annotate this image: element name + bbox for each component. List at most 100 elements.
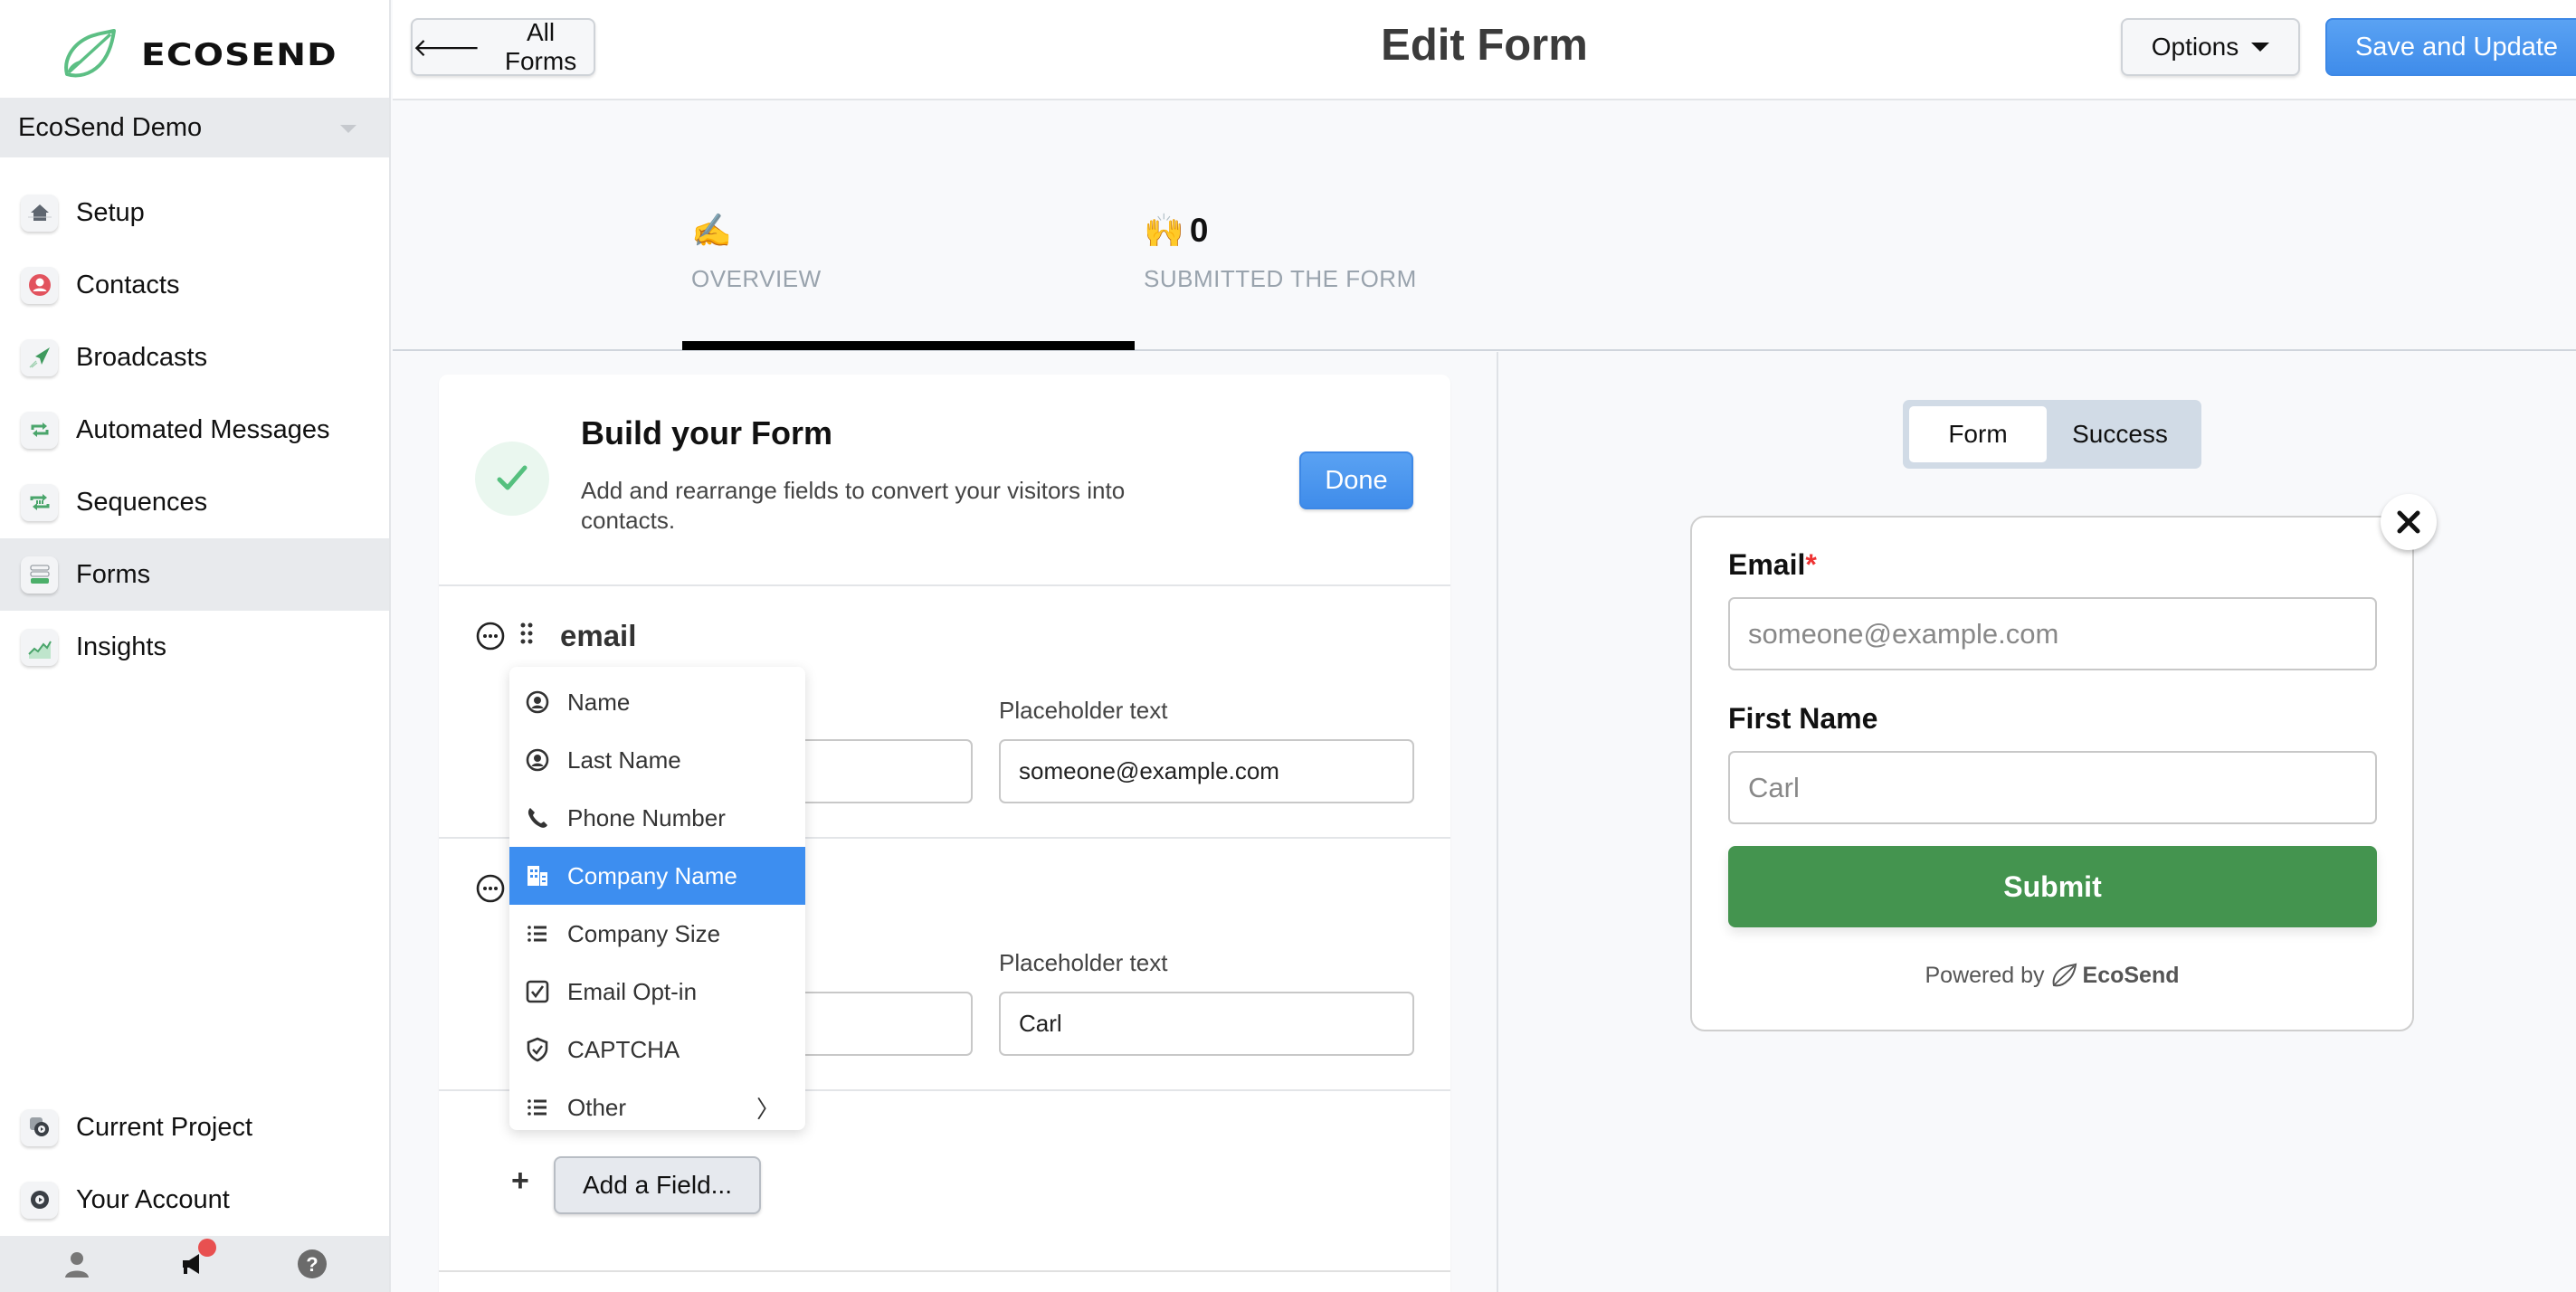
sidebar-bottom-nav: Current Project Your Account xyxy=(0,1091,389,1236)
field-type-dropdown: Name Last Name Phone Number Company Name… xyxy=(509,667,805,1130)
close-preview-button[interactable] xyxy=(2381,494,2437,550)
sidebar-nav: Setup Contacts Broadcasts Automated Mess… xyxy=(0,176,389,683)
header: 🡐 All Forms Edit Form Options Save and U… xyxy=(393,0,2576,100)
powered-by[interactable]: Powered by EcoSend xyxy=(1692,962,2412,989)
save-and-update-button[interactable]: Save and Update xyxy=(2325,18,2576,76)
leaf-icon xyxy=(2052,963,2077,987)
sidebar-item-label: Sequences xyxy=(76,487,208,517)
logo[interactable]: ECOSEND xyxy=(60,16,337,94)
stats-tabs: ✍️ OVERVIEW 🙌 0 SUBMITTED THE FORM xyxy=(393,102,2576,351)
sidebar-item-label: Setup xyxy=(76,197,145,227)
repeat-icon xyxy=(21,411,58,449)
required-mark: * xyxy=(1805,548,1817,581)
paper-plane-icon xyxy=(21,338,58,376)
toggle-success[interactable]: Success xyxy=(2047,406,2193,462)
placeholder-input[interactable] xyxy=(999,739,1414,803)
tab-label: OVERVIEW xyxy=(691,265,822,292)
sidebar-item-label: Forms xyxy=(76,559,151,589)
preview-toggle: Form Success xyxy=(1903,400,2201,469)
done-button[interactable]: Done xyxy=(1299,451,1413,509)
preview-email-input[interactable]: someone@example.com xyxy=(1728,597,2377,670)
help-icon[interactable]: ? xyxy=(296,1248,328,1280)
sidebar-item-contacts[interactable]: Contacts xyxy=(0,249,389,321)
sidebar-item-setup[interactable]: Setup xyxy=(0,176,389,249)
toggle-form[interactable]: Form xyxy=(1909,406,2047,462)
raised-hands-icon: 🙌 0 xyxy=(1144,212,1209,249)
form-icon xyxy=(21,556,58,594)
form-preview-card: Email* someone@example.com First Name Ca… xyxy=(1690,516,2414,1031)
sidebar-item-label: Contacts xyxy=(76,270,180,299)
sidebar-item-automated-messages[interactable]: Automated Messages xyxy=(0,394,389,466)
dropdown-item-captcha[interactable]: CAPTCHA xyxy=(509,1021,805,1078)
project-name: EcoSend Demo xyxy=(18,112,203,142)
more-options-icon[interactable] xyxy=(475,621,506,651)
building-icon xyxy=(524,862,551,889)
dropdown-item-name[interactable]: Name xyxy=(509,673,805,731)
leaf-icon xyxy=(64,29,116,78)
dropdown-item-phone-number[interactable]: Phone Number xyxy=(509,789,805,847)
all-forms-label: All Forms xyxy=(504,18,577,75)
contact-icon xyxy=(21,266,58,304)
sidebar-item-your-account[interactable]: Your Account xyxy=(0,1164,389,1236)
dropdown-item-email-opt-in[interactable]: Email Opt-in xyxy=(509,963,805,1021)
sidebar-item-label: Current Project xyxy=(76,1112,253,1142)
sidebar-item-forms[interactable]: Forms xyxy=(0,538,389,611)
writing-hand-icon: ✍️ xyxy=(691,212,732,249)
account-settings-icon xyxy=(21,1181,58,1219)
sidebar-item-sequences[interactable]: Sequences xyxy=(0,466,389,538)
preview-submit-button[interactable]: Submit xyxy=(1728,846,2377,927)
dropdown-item-last-name[interactable]: Last Name xyxy=(509,731,805,789)
app-root: ECOSEND EcoSend Demo Setup Contacts Broa… xyxy=(0,0,2576,1292)
chevron-right-icon: 〉 xyxy=(756,1095,780,1123)
preview-first-name-input[interactable]: Carl xyxy=(1728,751,2377,824)
builder-title: Build your Form xyxy=(581,414,832,451)
field-name: email xyxy=(560,619,637,652)
dropdown-item-other[interactable]: Other 〉 xyxy=(509,1078,805,1136)
shield-check-icon xyxy=(524,1036,551,1063)
sidebar-item-broadcasts[interactable]: Broadcasts xyxy=(0,321,389,394)
dropdown-item-company-size[interactable]: Company Size xyxy=(509,905,805,963)
drag-handle-icon[interactable] xyxy=(518,621,535,646)
tab-overview[interactable]: ✍️ OVERVIEW xyxy=(691,211,822,293)
builder-description: Add and rearrange fields to convert your… xyxy=(581,477,1126,534)
project-select[interactable]: EcoSend Demo xyxy=(0,98,389,157)
options-label: Options xyxy=(2151,33,2239,61)
chart-icon xyxy=(21,628,58,666)
divider xyxy=(439,1270,1450,1272)
user-circle-icon xyxy=(524,746,551,774)
preview-first-name-label: First Name xyxy=(1728,702,1878,735)
list-icon xyxy=(524,1094,551,1121)
options-button[interactable]: Options xyxy=(2121,18,2300,76)
form-preview-panel: Form Success Email* someone@example.com … xyxy=(1497,352,2576,1292)
placeholder-label: Placeholder text xyxy=(999,697,1168,724)
sidebar-item-label: Automated Messages xyxy=(76,414,330,444)
megaphone-icon[interactable] xyxy=(178,1239,216,1280)
tab-submitted[interactable]: 🙌 0 SUBMITTED THE FORM xyxy=(1144,211,1417,293)
sidebar-item-insights[interactable]: Insights xyxy=(0,611,389,683)
list-icon xyxy=(524,920,551,947)
caret-down-icon xyxy=(340,125,356,133)
close-icon xyxy=(2397,510,2420,534)
builder-header: Build your Form Add and rearrange fields… xyxy=(439,375,1450,586)
sidebar-footer: ? xyxy=(0,1236,389,1292)
placeholder-input[interactable] xyxy=(999,992,1414,1056)
phone-icon xyxy=(524,804,551,831)
checkbox-icon xyxy=(524,978,551,1005)
all-forms-button[interactable]: 🡐 All Forms xyxy=(411,18,595,76)
check-icon xyxy=(475,442,549,516)
sidebar-item-label: Your Account xyxy=(76,1184,230,1214)
preview-email-label: Email* xyxy=(1728,548,1817,581)
tab-label: SUBMITTED THE FORM xyxy=(1144,265,1417,292)
sidebar: ECOSEND EcoSend Demo Setup Contacts Broa… xyxy=(0,0,391,1292)
active-tab-indicator xyxy=(682,341,1135,350)
caret-down-icon xyxy=(2251,43,2270,52)
placeholder-label: Placeholder text xyxy=(999,949,1168,976)
sidebar-item-current-project[interactable]: Current Project xyxy=(0,1091,389,1164)
dropdown-item-company-name[interactable]: Company Name xyxy=(509,847,805,905)
submission-count: 0 xyxy=(1189,212,1209,249)
add-field-button[interactable]: Add a Field... xyxy=(554,1156,761,1214)
more-options-icon[interactable] xyxy=(475,873,506,904)
home-icon xyxy=(21,194,58,232)
user-icon[interactable] xyxy=(61,1248,93,1280)
sidebar-item-label: Insights xyxy=(76,632,166,661)
